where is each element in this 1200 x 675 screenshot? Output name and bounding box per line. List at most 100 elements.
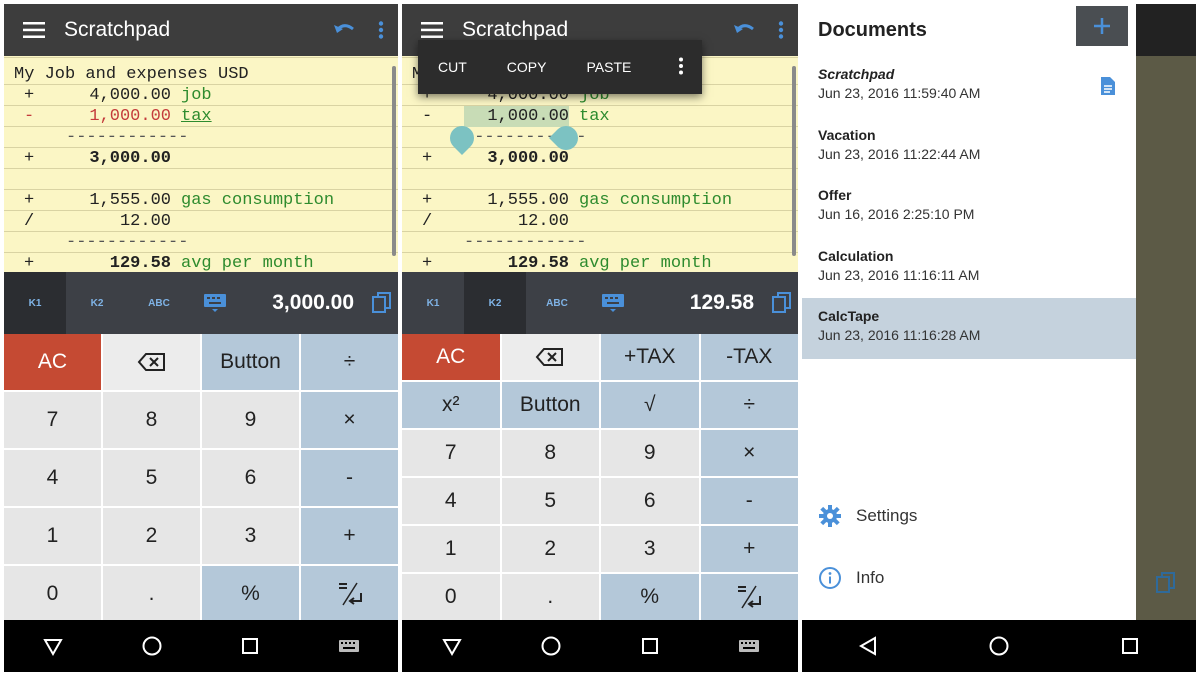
digit-1-button[interactable]: 1	[4, 508, 101, 564]
equals-enter-button[interactable]	[301, 566, 398, 622]
background-app-strip[interactable]	[1136, 4, 1196, 620]
copy-menu-item[interactable]: COPY	[487, 59, 567, 75]
digit-5-button[interactable]: 5	[501, 478, 599, 524]
percent-button[interactable]: %	[202, 566, 299, 622]
digit-9-button[interactable]: 9	[202, 392, 299, 448]
digit-3-button[interactable]: 3	[202, 508, 299, 564]
tape-line: +1,555.00 gas consumption	[422, 191, 733, 210]
keyboard-switch-icon[interactable]	[738, 635, 760, 657]
document-item-calculation[interactable]: Calculation Jun 23, 2016 11:16:11 AM	[802, 238, 1136, 299]
ac-button[interactable]: AC	[4, 334, 101, 390]
digit-9-button[interactable]: 9	[601, 430, 699, 476]
result-display: 3,000.00	[272, 291, 354, 314]
home-circle-icon[interactable]	[540, 635, 562, 657]
system-keyboard-icon[interactable]	[588, 272, 638, 334]
backspace-icon	[535, 348, 564, 366]
tape-line: +129.58 avg per month	[24, 254, 314, 273]
settings-menu-item[interactable]: Settings	[818, 504, 917, 528]
copy-icon[interactable]	[366, 272, 398, 334]
digit-8-button[interactable]: 8	[501, 430, 599, 476]
cut-menu-item[interactable]: CUT	[418, 59, 487, 75]
tab-k2[interactable]: K2	[66, 272, 128, 334]
digit-6-button[interactable]: 6	[202, 450, 299, 506]
recents-square-icon[interactable]	[639, 635, 661, 657]
multiply-button[interactable]: ×	[700, 430, 798, 476]
equals-enter-button[interactable]	[700, 574, 798, 620]
backspace-button[interactable]	[501, 334, 599, 380]
minus-tax-button[interactable]: -TAX	[700, 334, 798, 380]
multiply-button[interactable]: ×	[301, 392, 398, 448]
divide-button[interactable]: ÷	[301, 334, 398, 390]
tab-abc[interactable]: ABC	[526, 272, 588, 334]
digit-3-button[interactable]: 3	[601, 526, 699, 572]
copy-icon[interactable]	[766, 272, 798, 334]
backspace-button[interactable]	[103, 334, 200, 390]
digit-4-button[interactable]: 4	[402, 478, 500, 524]
digit-0-button[interactable]: 0	[402, 574, 500, 620]
digit-5-button[interactable]: 5	[103, 450, 200, 506]
keyboard-switch-icon[interactable]	[338, 635, 360, 657]
digit-0-button[interactable]: 0	[4, 566, 101, 622]
custom-button[interactable]: Button	[202, 334, 299, 390]
minus-button[interactable]: -	[700, 478, 798, 524]
home-circle-icon[interactable]	[141, 635, 163, 657]
plus-button[interactable]: +	[700, 526, 798, 572]
decimal-button[interactable]: .	[103, 566, 200, 622]
tape-scrollbar[interactable]	[792, 66, 796, 256]
tab-k1[interactable]: K1	[402, 272, 464, 334]
tape-line: +1,555.00 gas consumption	[24, 191, 335, 210]
decimal-button[interactable]: .	[501, 574, 599, 620]
digit-2-button[interactable]: 2	[103, 508, 200, 564]
digit-1-button[interactable]: 1	[402, 526, 500, 572]
digit-2-button[interactable]: 2	[501, 526, 599, 572]
plus-icon	[1094, 18, 1110, 34]
document-item-calctape[interactable]: CalcTape Jun 23, 2016 11:16:28 AM	[802, 298, 1136, 359]
plus-tax-button[interactable]: +TAX	[601, 334, 699, 380]
more-options-icon[interactable]	[364, 4, 398, 56]
back-icon[interactable]	[857, 635, 879, 657]
digit-6-button[interactable]: 6	[601, 478, 699, 524]
back-triangle-icon[interactable]	[441, 635, 463, 657]
plus-button[interactable]: +	[301, 508, 398, 564]
digit-7-button[interactable]: 7	[402, 430, 500, 476]
keypad-k1: AC Button ÷ 7 8 9 × 4 5 6 - 1 2 3 + 0 . …	[4, 334, 398, 622]
tape-line: +3,000.00	[24, 149, 171, 168]
sqrt-button[interactable]: √	[601, 382, 699, 428]
digit-4-button[interactable]: 4	[4, 450, 101, 506]
ac-button[interactable]: AC	[402, 334, 500, 380]
undo-icon[interactable]	[724, 4, 764, 56]
system-keyboard-icon[interactable]	[190, 272, 240, 334]
context-more-icon[interactable]	[660, 57, 702, 78]
recents-square-icon[interactable]	[1119, 635, 1141, 657]
minus-button[interactable]: -	[301, 450, 398, 506]
tape-scrollbar[interactable]	[392, 66, 396, 256]
hamburger-menu-icon[interactable]	[4, 4, 64, 56]
info-icon	[819, 567, 841, 589]
info-label: Info	[856, 568, 885, 587]
digit-7-button[interactable]: 7	[4, 392, 101, 448]
digit-8-button[interactable]: 8	[103, 392, 200, 448]
custom-button[interactable]: Button	[501, 382, 599, 428]
square-button[interactable]: x²	[402, 382, 500, 428]
document-item-vacation[interactable]: Vacation Jun 23, 2016 11:22:44 AM	[802, 117, 1136, 178]
document-item-scratchpad[interactable]: Scratchpad Jun 23, 2016 11:59:40 AM	[802, 56, 1136, 117]
tab-abc[interactable]: ABC	[128, 272, 190, 334]
divide-button[interactable]: ÷	[700, 382, 798, 428]
info-menu-item[interactable]: Info	[818, 566, 884, 590]
percent-button[interactable]: %	[601, 574, 699, 620]
paste-menu-item[interactable]: PASTE	[566, 59, 651, 75]
calculator-screen-k2: Scratchpad My Job and expenses USD +4,00…	[402, 4, 798, 672]
tape-line: /12.00	[24, 212, 171, 231]
add-document-button[interactable]	[1076, 6, 1128, 46]
document-item-offer[interactable]: Offer Jun 16, 2016 2:25:10 PM	[802, 177, 1136, 238]
tape-line: -1,000.00 tax	[24, 107, 212, 126]
home-circle-icon[interactable]	[988, 635, 1010, 657]
tab-k2[interactable]: K2	[464, 272, 526, 334]
more-options-icon[interactable]	[764, 4, 798, 56]
tape-blank-line	[412, 169, 798, 190]
tape-paper[interactable]: My Job and expenses USD +4,000.00job -1,…	[4, 56, 398, 273]
back-triangle-icon[interactable]	[42, 635, 64, 657]
undo-icon[interactable]	[324, 4, 364, 56]
recents-square-icon[interactable]	[239, 635, 261, 657]
tab-k1[interactable]: K1	[4, 272, 66, 334]
